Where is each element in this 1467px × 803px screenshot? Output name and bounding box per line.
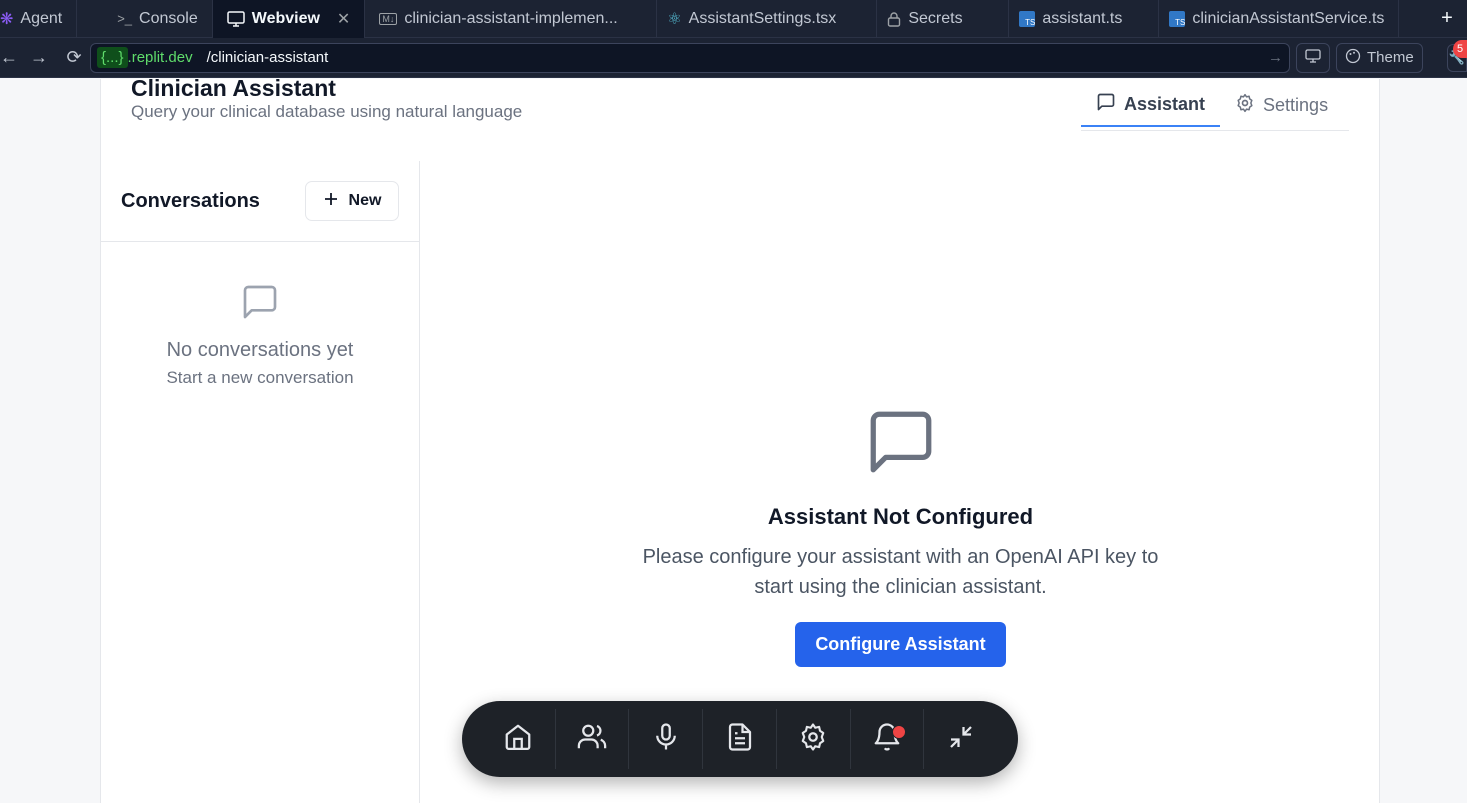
page-title: Clinician Assistant bbox=[131, 75, 336, 101]
domain-suffix: .replit.dev bbox=[127, 49, 193, 66]
not-configured-state: Assistant Not Configured Please configur… bbox=[421, 405, 1380, 667]
tab-label: Webview bbox=[251, 9, 320, 27]
typescript-icon: TS bbox=[1019, 10, 1036, 27]
go-arrow-icon[interactable]: → bbox=[1268, 49, 1283, 66]
app-page: Clinician Assistant Query your clinical … bbox=[100, 75, 1380, 803]
agent-icon: ❋ bbox=[0, 10, 14, 28]
not-configured-description: Please configure your assistant with an … bbox=[421, 542, 1380, 602]
patients-button[interactable] bbox=[556, 709, 630, 769]
empty-title: No conversations yet bbox=[166, 339, 354, 361]
terminal-icon: >_ bbox=[117, 11, 133, 26]
documents-button[interactable] bbox=[703, 709, 777, 769]
reload-button[interactable]: ⟳ bbox=[64, 47, 84, 68]
tab-assistant-ts[interactable]: TS assistant.ts bbox=[1009, 0, 1160, 38]
tab-webview[interactable]: Webview ✕ bbox=[212, 0, 366, 38]
voice-button[interactable] bbox=[629, 709, 704, 769]
forward-button[interactable]: → bbox=[14, 47, 64, 68]
markdown-icon: M↓ bbox=[379, 12, 398, 25]
floating-dock bbox=[462, 701, 1018, 777]
tab-console[interactable]: >_ Console bbox=[77, 0, 213, 38]
notification-dot bbox=[891, 725, 906, 739]
theme-label: Theme bbox=[1367, 49, 1414, 66]
conversations-sidebar: Conversations New No conversations yet S… bbox=[101, 161, 420, 803]
empty-subtitle: Start a new conversation bbox=[166, 368, 354, 387]
tab-label: AssistantSettings.tsx bbox=[688, 9, 837, 27]
new-button-label: New bbox=[348, 192, 382, 209]
tab-secrets[interactable]: Secrets bbox=[877, 0, 1010, 38]
users-icon bbox=[577, 722, 607, 757]
page-subtitle: Query your clinical database using natur… bbox=[131, 102, 523, 121]
document-icon bbox=[725, 722, 755, 757]
domain-prefix: {...} bbox=[97, 47, 128, 68]
sidebar-title: Conversations bbox=[121, 189, 260, 212]
microphone-icon bbox=[651, 722, 681, 757]
typescript-icon: TS bbox=[1169, 10, 1186, 27]
configure-assistant-button[interactable]: Configure Assistant bbox=[795, 622, 1006, 667]
tab-label: Secrets bbox=[908, 9, 963, 27]
palette-icon bbox=[1345, 48, 1361, 68]
new-conversation-button[interactable]: New bbox=[305, 181, 399, 221]
gear-icon bbox=[798, 722, 828, 757]
notifications-button[interactable] bbox=[851, 709, 925, 769]
ide-tab-bar: ❋ Agent >_ Console Webview ✕ M↓ clinicia… bbox=[0, 0, 1467, 38]
home-icon bbox=[503, 722, 533, 757]
back-button[interactable]: ← bbox=[0, 47, 18, 68]
tab-label: clinicianAssistantService.ts bbox=[1192, 9, 1385, 27]
minimize-dock-button[interactable] bbox=[924, 709, 998, 769]
react-icon: ⚛ bbox=[667, 10, 682, 28]
settings-button[interactable] bbox=[777, 709, 851, 769]
monitor-icon bbox=[227, 10, 245, 27]
monitor-icon bbox=[1305, 48, 1321, 67]
webview-url-bar: ← → ⟳ {...} .replit.dev /clinician-assis… bbox=[0, 38, 1467, 78]
description-line: Please configure your assistant with an … bbox=[642, 546, 1159, 568]
url-path: /clinician-assistant bbox=[206, 49, 329, 66]
tab-settings-label: Settings bbox=[1263, 94, 1329, 115]
new-tab-button[interactable]: + bbox=[1427, 7, 1467, 30]
plus-icon bbox=[323, 191, 339, 212]
page-tabs: Assistant Settings bbox=[1081, 83, 1349, 131]
device-toggle-button[interactable] bbox=[1296, 42, 1330, 73]
message-square-icon bbox=[240, 285, 280, 326]
tab-label: assistant.ts bbox=[1042, 9, 1123, 27]
tab-label: clinician-assistant-implemen... bbox=[404, 9, 618, 27]
url-input[interactable]: {...} .replit.dev /clinician-assistant → bbox=[90, 42, 1290, 73]
minimize-icon bbox=[946, 722, 976, 757]
lock-icon bbox=[887, 11, 901, 27]
not-configured-title: Assistant Not Configured bbox=[767, 504, 1034, 529]
gear-icon bbox=[1235, 93, 1255, 118]
tab-clinician-assistant-service[interactable]: TS clinicianAssistantService.ts bbox=[1159, 0, 1400, 38]
message-square-icon bbox=[864, 411, 938, 483]
tab-agent[interactable]: ❋ Agent bbox=[0, 0, 78, 38]
tab-assistant-settings[interactable]: ⚛ AssistantSettings.tsx bbox=[657, 0, 878, 38]
tab-label: Agent bbox=[20, 9, 63, 27]
notification-count-badge: 5 bbox=[1453, 40, 1467, 58]
tab-assistant[interactable]: Assistant bbox=[1081, 83, 1221, 127]
theme-button[interactable]: Theme bbox=[1336, 42, 1423, 73]
description-line: start using the clinician assistant. bbox=[754, 576, 1047, 598]
sidebar-header: Conversations New bbox=[101, 161, 419, 242]
close-icon[interactable]: ✕ bbox=[337, 9, 350, 29]
tab-implementation-doc[interactable]: M↓ clinician-assistant-implemen... bbox=[365, 0, 658, 38]
tab-settings[interactable]: Settings bbox=[1220, 83, 1343, 127]
tab-assistant-label: Assistant bbox=[1124, 93, 1206, 114]
home-button[interactable] bbox=[482, 709, 556, 769]
message-square-icon bbox=[1096, 92, 1116, 117]
empty-conversations: No conversations yet Start a new convers… bbox=[101, 242, 419, 388]
tab-label: Console bbox=[139, 9, 198, 27]
